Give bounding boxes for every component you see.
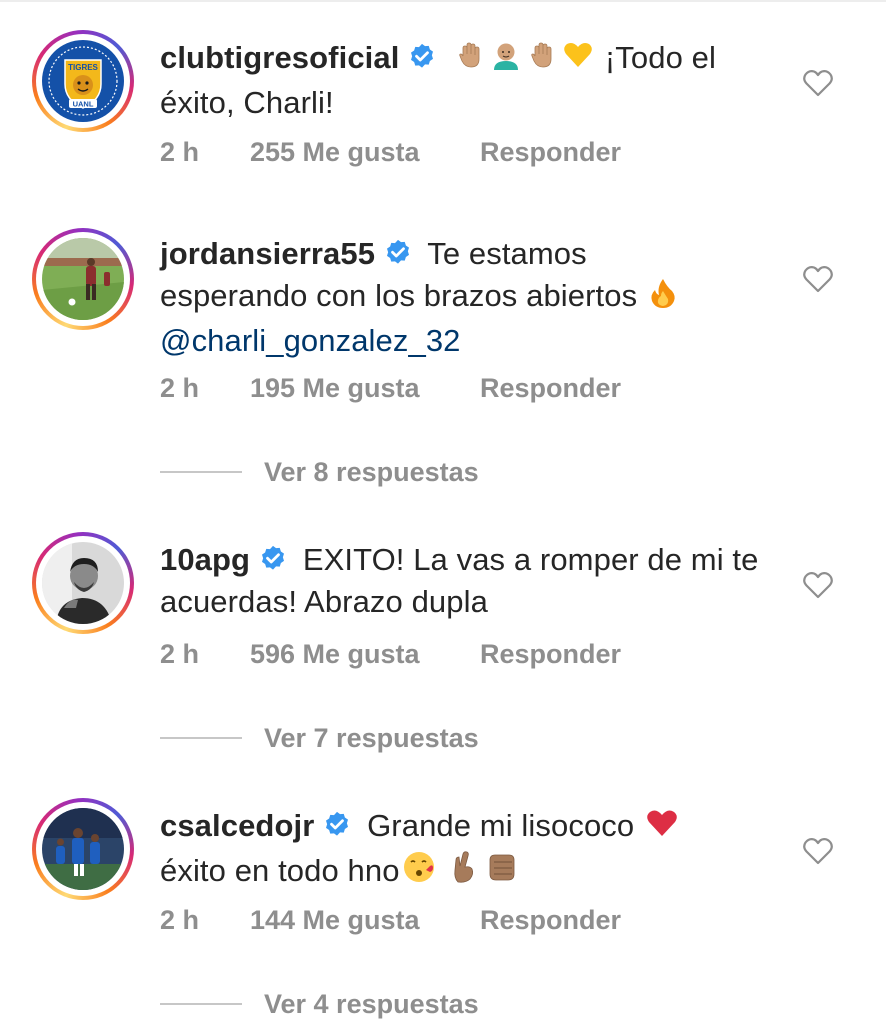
man-bald-emoji-icon (490, 39, 522, 82)
comment-time: 2 h (160, 639, 200, 669)
svg-text:UANL: UANL (73, 100, 94, 109)
svg-text:TIGRES: TIGRES (68, 63, 98, 72)
verified-badge-icon (258, 544, 288, 574)
red-heart-emoji-icon (645, 807, 679, 850)
comment-body-line2: éxito en todo hno (160, 853, 400, 888)
mention-link[interactable]: @charli_gonzalez_32 (160, 323, 461, 358)
avatar[interactable] (32, 798, 134, 900)
comment-body-line1: Te estamos (427, 236, 587, 271)
likes-count-button[interactable]: 144 Me gusta (250, 905, 420, 936)
comment-text: csalcedojr Grande mi lisococo éxito en t… (160, 805, 780, 895)
like-heart-icon[interactable] (802, 836, 834, 866)
comment-text: jordansierra55 Te estamos esperando con … (160, 233, 780, 362)
like-heart-icon[interactable] (802, 68, 834, 98)
tigres-uanl-logo-icon: TIGRES UANL (42, 40, 124, 122)
comment-username[interactable]: 10apg (160, 542, 250, 577)
raised-hand-emoji-icon (454, 39, 486, 82)
view-replies-label: Ver 4 respuestas (264, 989, 479, 1019)
view-replies-label: Ver 7 respuestas (264, 723, 479, 753)
verified-badge-icon (322, 810, 352, 840)
reply-button[interactable]: Responder (480, 373, 621, 404)
face-blowing-kiss-emoji-icon (402, 850, 436, 895)
avatar[interactable] (32, 228, 134, 330)
verified-badge-icon (383, 238, 413, 268)
likes-count-button[interactable]: 195 Me gusta (250, 373, 420, 404)
replies-divider (160, 737, 242, 739)
avatar[interactable] (32, 532, 134, 634)
soccer-player-training-photo-icon (42, 238, 124, 320)
soccer-players-stadium-photo-icon (42, 808, 124, 890)
like-heart-icon[interactable] (802, 264, 834, 294)
comment-body-line1: Grande mi lisococo (367, 808, 635, 843)
replies-divider (160, 471, 242, 473)
top-divider (0, 0, 886, 2)
likes-count-button[interactable]: 255 Me gusta (250, 137, 420, 168)
fire-emoji-icon (648, 277, 678, 320)
comment-username[interactable]: clubtigresoficial (160, 40, 399, 75)
crossed-fingers-emoji-icon (448, 850, 480, 895)
comment-time: 2 h (160, 373, 200, 403)
man-portrait-bw-photo-icon (42, 542, 124, 624)
comment-text: clubtigresoficial ¡Todo el éxito, Charli… (160, 37, 780, 124)
comment-username[interactable]: csalcedojr (160, 808, 314, 843)
reply-button[interactable]: Responder (480, 905, 621, 936)
likes-count-button[interactable]: 596 Me gusta (250, 639, 420, 670)
raised-hand-emoji-icon (526, 39, 558, 82)
oncoming-fist-emoji-icon (484, 850, 518, 895)
comment-time: 2 h (160, 905, 200, 935)
avatar[interactable]: TIGRES UANL (32, 30, 134, 132)
view-replies-label: Ver 8 respuestas (264, 457, 479, 487)
comment-time: 2 h (160, 137, 200, 167)
reply-button[interactable]: Responder (480, 639, 621, 670)
like-heart-icon[interactable] (802, 570, 834, 600)
verified-badge-icon (407, 42, 437, 72)
comment-body-line2: esperando con los brazos abiertos (160, 278, 638, 313)
comment-username[interactable]: jordansierra55 (160, 236, 375, 271)
comment-text: 10apg EXITO! La vas a romper de mi te ac… (160, 539, 780, 623)
yellow-heart-emoji-icon (562, 39, 594, 82)
replies-divider (160, 1003, 242, 1005)
reply-button[interactable]: Responder (480, 137, 621, 168)
